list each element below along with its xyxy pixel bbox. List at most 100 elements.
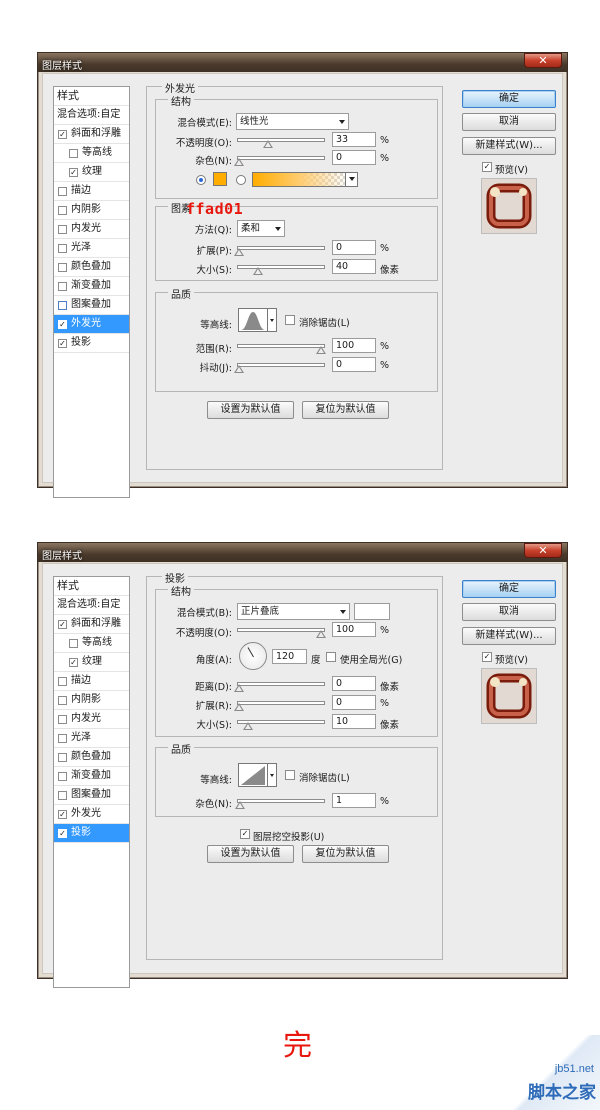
style-item-stroke[interactable]: 描边 bbox=[54, 672, 129, 691]
jitter-slider[interactable] bbox=[234, 363, 325, 373]
contour-picker[interactable] bbox=[238, 763, 268, 787]
slider-thumb[interactable] bbox=[234, 248, 244, 256]
style-item-outer-glow[interactable]: ✓ 外发光 bbox=[54, 805, 129, 824]
cancel-button[interactable]: 取消 bbox=[462, 603, 556, 621]
checkbox[interactable] bbox=[58, 734, 67, 743]
checkbox[interactable] bbox=[58, 225, 67, 234]
noise-input[interactable]: 0 bbox=[332, 150, 376, 165]
slider-thumb[interactable] bbox=[235, 801, 245, 809]
solid-color-radio[interactable] bbox=[196, 175, 206, 185]
spread-input[interactable]: 0 bbox=[332, 240, 376, 255]
style-item-stroke[interactable]: 描边 bbox=[54, 182, 129, 201]
new-style-button[interactable]: 新建样式(W)... bbox=[462, 627, 556, 645]
checkbox[interactable] bbox=[69, 149, 78, 158]
style-item-outer-glow[interactable]: ✓ 外发光 bbox=[54, 315, 129, 334]
checkbox[interactable]: ✓ bbox=[58, 810, 67, 819]
ok-button[interactable]: 确定 bbox=[462, 580, 556, 598]
close-button[interactable]: ✕ bbox=[524, 53, 562, 68]
checkbox[interactable]: ✓ bbox=[58, 130, 67, 139]
slider-thumb[interactable] bbox=[316, 346, 326, 354]
checkbox[interactable] bbox=[58, 791, 67, 800]
size-input[interactable]: 10 bbox=[332, 714, 376, 729]
noise-slider[interactable] bbox=[234, 156, 325, 166]
gradient-radio[interactable] bbox=[236, 175, 246, 185]
style-item-gradient-overlay[interactable]: 渐变叠加 bbox=[54, 767, 129, 786]
chevron-down-icon[interactable] bbox=[345, 173, 357, 186]
style-item-pattern-overlay[interactable]: 图案叠加 bbox=[54, 296, 129, 315]
checkbox[interactable] bbox=[69, 639, 78, 648]
slider-thumb[interactable] bbox=[234, 158, 244, 166]
close-button[interactable]: ✕ bbox=[524, 543, 562, 558]
blend-mode-select[interactable]: 正片叠底 bbox=[237, 603, 350, 620]
size-slider[interactable] bbox=[237, 265, 325, 275]
reset-default-button[interactable]: 复位为默认值 bbox=[302, 401, 389, 419]
anti-aliased-checkbox[interactable] bbox=[285, 770, 295, 780]
checkbox[interactable]: ✓ bbox=[58, 620, 67, 629]
checkbox[interactable] bbox=[58, 772, 67, 781]
glow-color-swatch[interactable] bbox=[213, 172, 227, 186]
style-item-drop-shadow[interactable]: ✓ 投影 bbox=[54, 334, 129, 353]
style-item-drop-shadow[interactable]: ✓ 投影 bbox=[54, 824, 129, 843]
contour-dropdown-button[interactable] bbox=[268, 763, 277, 787]
checkbox[interactable]: ✓ bbox=[69, 168, 78, 177]
blend-mode-select[interactable]: 线性光 bbox=[236, 113, 349, 130]
knockout-checkbox[interactable]: ✓ bbox=[240, 829, 250, 839]
checkbox[interactable] bbox=[58, 677, 67, 686]
range-slider[interactable] bbox=[237, 344, 326, 354]
checkbox[interactable] bbox=[58, 282, 67, 291]
style-item-satin[interactable]: 光泽 bbox=[54, 239, 129, 258]
opacity-input[interactable]: 100 bbox=[332, 622, 376, 637]
slider-thumb[interactable] bbox=[234, 703, 244, 711]
style-item-bevel-emboss[interactable]: ✓ 斜面和浮雕 bbox=[54, 125, 129, 144]
preview-checkbox[interactable]: ✓ bbox=[482, 162, 492, 172]
cancel-button[interactable]: 取消 bbox=[462, 113, 556, 131]
checkbox[interactable]: ✓ bbox=[58, 320, 67, 329]
global-light-checkbox[interactable] bbox=[326, 652, 336, 662]
slider-thumb[interactable] bbox=[253, 267, 263, 275]
checkbox[interactable]: ✓ bbox=[58, 829, 67, 838]
glow-gradient-picker[interactable] bbox=[252, 172, 358, 187]
checkbox[interactable] bbox=[58, 244, 67, 253]
angle-input[interactable]: 120 bbox=[272, 649, 307, 664]
angle-dial[interactable] bbox=[239, 642, 267, 670]
style-item-contour[interactable]: 等高线 bbox=[54, 144, 129, 163]
checkbox[interactable] bbox=[58, 715, 67, 724]
style-item-gradient-overlay[interactable]: 渐变叠加 bbox=[54, 277, 129, 296]
style-item-texture[interactable]: ✓ 纹理 bbox=[54, 163, 129, 182]
opacity-slider[interactable] bbox=[237, 628, 326, 638]
style-item-pattern-overlay[interactable]: 图案叠加 bbox=[54, 786, 129, 805]
anti-aliased-checkbox[interactable] bbox=[285, 315, 295, 325]
style-item-inner-glow[interactable]: 内发光 bbox=[54, 710, 129, 729]
make-default-button[interactable]: 设置为默认值 bbox=[207, 845, 294, 863]
style-item-inner-shadow[interactable]: 内阴影 bbox=[54, 201, 129, 220]
slider-thumb[interactable] bbox=[243, 722, 253, 730]
style-item-color-overlay[interactable]: 颜色叠加 bbox=[54, 258, 129, 277]
style-item-blending-options[interactable]: 混合选项:自定 bbox=[54, 596, 129, 615]
opacity-input[interactable]: 33 bbox=[332, 132, 376, 147]
size-input[interactable]: 40 bbox=[332, 259, 376, 274]
contour-picker[interactable] bbox=[238, 308, 268, 332]
checkbox[interactable]: ✓ bbox=[69, 658, 78, 667]
slider-thumb[interactable] bbox=[263, 140, 273, 148]
checkbox[interactable] bbox=[58, 206, 67, 215]
style-item-bevel-emboss[interactable]: ✓ 斜面和浮雕 bbox=[54, 615, 129, 634]
checkbox[interactable] bbox=[58, 301, 67, 310]
slider-thumb[interactable] bbox=[234, 365, 244, 373]
style-item-inner-glow[interactable]: 内发光 bbox=[54, 220, 129, 239]
spread-slider[interactable] bbox=[234, 246, 325, 256]
contour-dropdown-button[interactable] bbox=[268, 308, 277, 332]
style-item-texture[interactable]: ✓ 纹理 bbox=[54, 653, 129, 672]
shadow-color-swatch[interactable] bbox=[354, 603, 390, 620]
ok-button[interactable]: 确定 bbox=[462, 90, 556, 108]
distance-slider[interactable] bbox=[234, 682, 325, 692]
checkbox[interactable] bbox=[58, 696, 67, 705]
technique-select[interactable]: 柔和 bbox=[237, 220, 285, 237]
size-slider[interactable] bbox=[237, 720, 325, 730]
checkbox[interactable] bbox=[58, 187, 67, 196]
range-input[interactable]: 100 bbox=[332, 338, 376, 353]
spread-input[interactable]: 0 bbox=[332, 695, 376, 710]
noise-input[interactable]: 1 bbox=[332, 793, 376, 808]
style-item-contour[interactable]: 等高线 bbox=[54, 634, 129, 653]
slider-thumb[interactable] bbox=[234, 684, 244, 692]
style-item-satin[interactable]: 光泽 bbox=[54, 729, 129, 748]
